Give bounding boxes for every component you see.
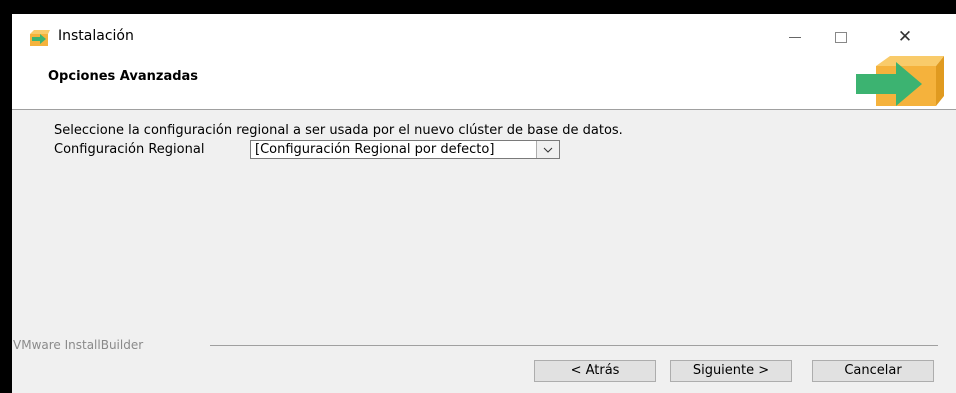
next-button[interactable]: Siguiente > <box>670 360 792 382</box>
header-area: Instalación ✕ Opciones Avanzadas <box>12 14 956 109</box>
close-button[interactable]: ✕ <box>882 22 928 52</box>
locale-description: Seleccione la configuración regional a s… <box>54 123 623 138</box>
minimize-icon <box>789 36 801 38</box>
chevron-down-icon[interactable] <box>536 141 559 158</box>
cancel-button[interactable]: Cancelar <box>812 360 934 382</box>
back-button[interactable]: < Atrás <box>534 360 656 382</box>
locale-dropdown-value: [Configuración Regional por defecto] <box>255 142 495 157</box>
locale-label: Configuración Regional <box>54 142 205 157</box>
installer-app-icon <box>28 29 50 47</box>
installer-window: Instalación ✕ Opciones Avanzadas Selecci… <box>12 14 956 393</box>
locale-dropdown[interactable]: [Configuración Regional por defecto] <box>250 140 560 159</box>
installer-box-arrow-icon <box>856 52 944 108</box>
maximize-icon <box>835 31 847 43</box>
page-heading: Opciones Avanzadas <box>48 69 199 84</box>
minimize-button[interactable] <box>772 22 818 52</box>
close-icon: ✕ <box>897 26 913 47</box>
maximize-button[interactable] <box>818 22 864 52</box>
footer-divider <box>210 345 938 346</box>
window-title: Instalación <box>58 28 134 44</box>
header-divider <box>12 109 956 110</box>
installbuilder-brand: VMware InstallBuilder <box>13 338 144 352</box>
